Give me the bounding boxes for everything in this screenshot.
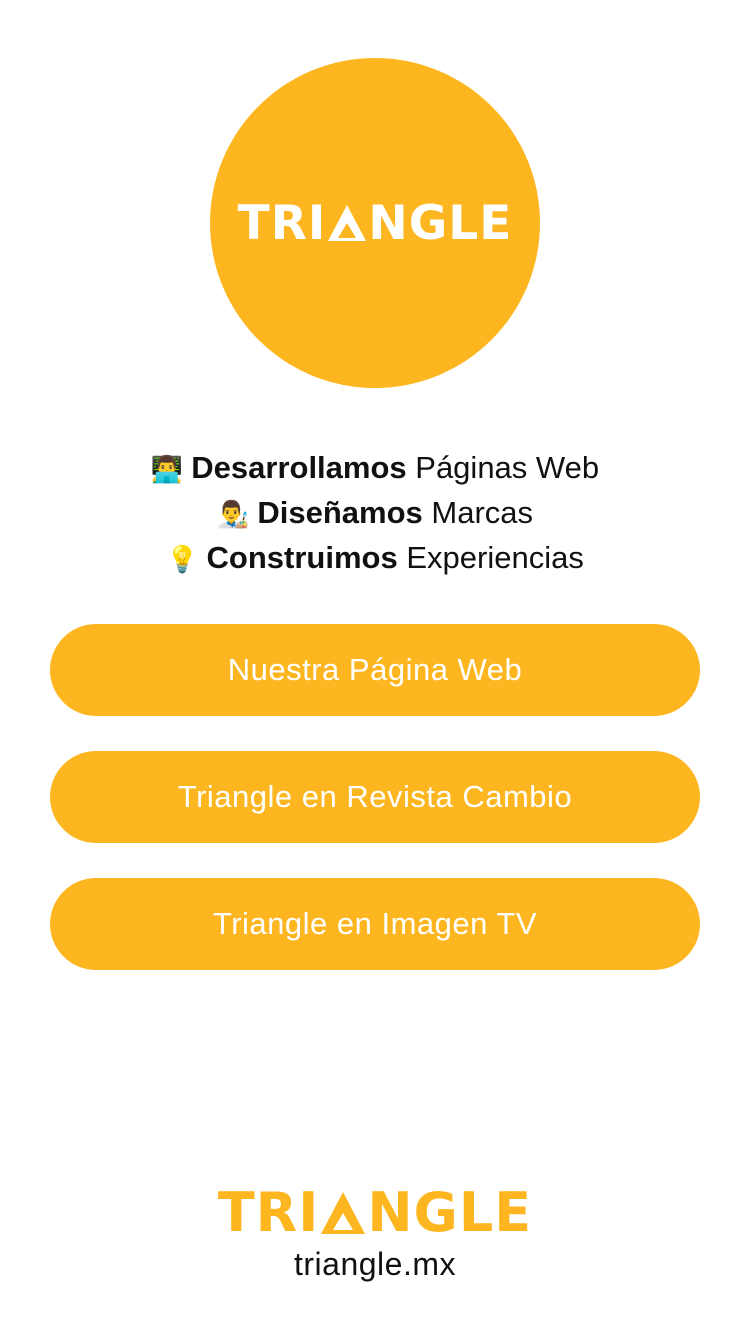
light-bulb-icon: 💡 bbox=[166, 544, 199, 574]
link-list: Nuestra Página Web Triangle en Revista C… bbox=[50, 624, 700, 1005]
tagline-line-3: 💡 Construimos Experiencias bbox=[0, 536, 750, 581]
artist-icon: 👨‍🎨 bbox=[216, 499, 250, 529]
logo-text-left: TRI bbox=[237, 195, 327, 251]
tagline-strong-1: Desarrollamos bbox=[191, 450, 407, 485]
tagline-strong-3: Construimos bbox=[206, 540, 398, 575]
tagline-line-1: 👨‍💻 Desarrollamos Páginas Web bbox=[0, 446, 750, 491]
triangle-logo: TRI NGLE bbox=[238, 200, 513, 247]
link-button-revista-cambio[interactable]: Triangle en Revista Cambio bbox=[50, 751, 700, 843]
footer-domain-link[interactable]: triangle.mx bbox=[0, 1246, 750, 1283]
triangle-logo-icon bbox=[328, 205, 367, 241]
footer-logo-text-right: NGLE bbox=[367, 1181, 533, 1244]
footer-logo-text-left: TRI bbox=[217, 1181, 320, 1244]
technologist-icon: 👨‍💻 bbox=[150, 454, 184, 484]
link-button-website[interactable]: Nuestra Página Web bbox=[50, 624, 700, 716]
footer-logo[interactable]: TRI NGLE bbox=[218, 1186, 532, 1240]
tagline-strong-2: Diseñamos bbox=[257, 495, 423, 530]
footer-triangle-icon bbox=[321, 1192, 366, 1234]
tagline-rest-3: Experiencias bbox=[397, 540, 584, 575]
logo-text-right: NGLE bbox=[368, 195, 513, 251]
tagline-rest-1: Páginas Web bbox=[406, 450, 600, 485]
tagline: 👨‍💻 Desarrollamos Páginas Web 👨‍🎨 Diseñamo… bbox=[0, 446, 750, 581]
tagline-rest-2: Marcas bbox=[422, 495, 534, 530]
link-button-imagen-tv[interactable]: Triangle en Imagen TV bbox=[50, 878, 700, 970]
profile-avatar-logo: TRI NGLE bbox=[210, 58, 540, 388]
footer: TRI NGLE triangle.mx bbox=[0, 1186, 750, 1283]
tagline-line-2: 👨‍🎨 Diseñamos Marcas bbox=[0, 491, 750, 536]
